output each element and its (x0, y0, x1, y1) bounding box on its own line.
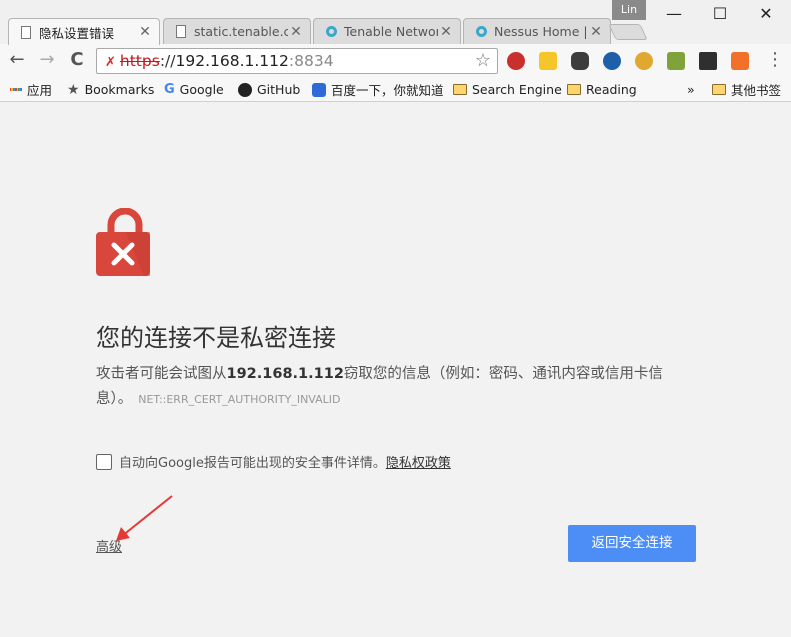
minimize-button[interactable]: — (651, 0, 697, 28)
folder-icon (567, 84, 581, 95)
bookmark-label: Google (179, 82, 224, 97)
broken-lock-icon (96, 208, 150, 276)
folder-icon (712, 84, 726, 95)
tab-title: Tenable Network (344, 24, 438, 39)
bookmark-reading[interactable]: Reading (567, 80, 637, 99)
bookmark-label: 应用 (27, 83, 53, 98)
baidu-paw-icon (312, 82, 326, 97)
tab-title: 隐私设置错误 (39, 25, 115, 41)
close-icon[interactable]: ✕ (137, 24, 153, 40)
tab-static-tenable[interactable]: static.tenable.co ✕ (163, 18, 311, 44)
document-icon (174, 25, 188, 39)
bookmark-google[interactable]: G Google (164, 80, 224, 99)
close-window-button[interactable]: ✕ (743, 0, 789, 28)
desc-host: 192.168.1.112 (226, 366, 344, 382)
google-icon: G (164, 82, 175, 97)
github-icon (238, 82, 252, 97)
orange-extension-icon[interactable] (731, 52, 749, 70)
back-to-safety-button[interactable]: 返回安全连接 (568, 525, 696, 562)
annotation-arrow (116, 495, 173, 541)
bookmark-github[interactable]: GitHub (238, 80, 300, 99)
close-icon[interactable]: ✕ (588, 24, 604, 40)
close-icon[interactable]: ✕ (288, 24, 304, 40)
tab-title: Nessus Home | T (494, 24, 588, 39)
address-bar[interactable]: ✗ https://192.168.1.112:8834 ☆ (96, 48, 498, 74)
e-extension-icon[interactable] (603, 52, 621, 70)
bookmark-label: Reading (586, 82, 637, 97)
reload-button[interactable]: C (66, 49, 88, 71)
url-scheme: https (119, 52, 160, 70)
bookmarks-overflow-button[interactable]: » (687, 80, 695, 99)
report-option: 自动向Google报告可能出现的安全事件详情。 隐私权政策 (96, 452, 451, 471)
apps-grid-icon (10, 84, 22, 96)
profile-badge[interactable]: Lin (612, 0, 646, 20)
new-tab-button[interactable] (608, 24, 648, 40)
tab-nessus-home[interactable]: Nessus Home | T ✕ (463, 18, 611, 44)
bookmarks-bar: 应用 ★ Bookmarks G Google GitHub 百度一下，你就知道… (0, 77, 791, 102)
bookmark-other[interactable]: 其他书签 (712, 80, 781, 99)
tab-privacy-error[interactable]: 隐私设置错误 ✕ (8, 18, 160, 45)
bookmark-search-engine[interactable]: Search Engine (453, 80, 562, 99)
badge-extension-icon[interactable] (635, 52, 653, 70)
adblock-extension-icon[interactable] (507, 52, 525, 70)
tenable-icon (474, 25, 488, 39)
bookmark-baidu[interactable]: 百度一下，你就知道 (312, 80, 444, 99)
close-icon[interactable]: ✕ (438, 24, 454, 40)
tenable-icon (324, 25, 338, 39)
page-title: 您的连接不是私密连接 (96, 324, 336, 352)
bookmark-label: 百度一下，你就知道 (331, 83, 444, 98)
star-icon: ★ (67, 81, 80, 98)
url-separator: :// (159, 52, 176, 70)
privacy-policy-link[interactable]: 隐私权政策 (386, 452, 451, 471)
desc-prefix: 攻击者可能会试图从 (96, 366, 227, 382)
insecure-lock-icon[interactable]: ✗ (105, 55, 116, 70)
back-button[interactable]: ← (6, 49, 28, 71)
tab-title: static.tenable.co (194, 24, 288, 39)
tab-tenable-network[interactable]: Tenable Network ✕ (313, 18, 461, 44)
url-host: 192.168.1.112 (175, 52, 289, 70)
browser-toolbar: ← → C ✗ https://192.168.1.112:8834 ☆ ⋮ (0, 44, 791, 77)
menu-icon[interactable]: ⋮ (766, 50, 784, 70)
bookmark-label: Bookmarks (84, 82, 155, 97)
bookmark-star-icon[interactable]: ☆ (475, 49, 491, 73)
bookmark-apps[interactable]: 应用 (10, 80, 52, 99)
title-bar: 隐私设置错误 ✕ static.tenable.co ✕ Tenable Net… (0, 0, 791, 45)
bookmark-label: 其他书签 (731, 83, 782, 98)
url-port: :8834 (288, 52, 334, 70)
bookmark-label: Search Engine (472, 82, 562, 97)
bookmark-label: GitHub (257, 82, 301, 97)
bookmark-bookmarks[interactable]: ★ Bookmarks (67, 80, 154, 99)
report-label: 自动向Google报告可能出现的安全事件详情。 (119, 456, 386, 471)
forward-button[interactable]: → (36, 49, 58, 71)
package-extension-icon[interactable] (667, 52, 685, 70)
report-checkbox[interactable] (96, 453, 112, 470)
sparkle-extension-icon[interactable] (539, 52, 557, 70)
maximize-button[interactable]: ☐ (697, 0, 743, 28)
tool-extension-icon[interactable] (699, 52, 717, 70)
folder-icon (453, 84, 467, 95)
error-code[interactable]: NET::ERR_CERT_AUTHORITY_INVALID (138, 393, 340, 406)
document-icon (19, 25, 33, 39)
warning-description: 攻击者可能会试图从192.168.1.112窃取您的信息（例如：密码、通讯内容或… (96, 362, 696, 412)
evernote-extension-icon[interactable] (571, 52, 589, 70)
